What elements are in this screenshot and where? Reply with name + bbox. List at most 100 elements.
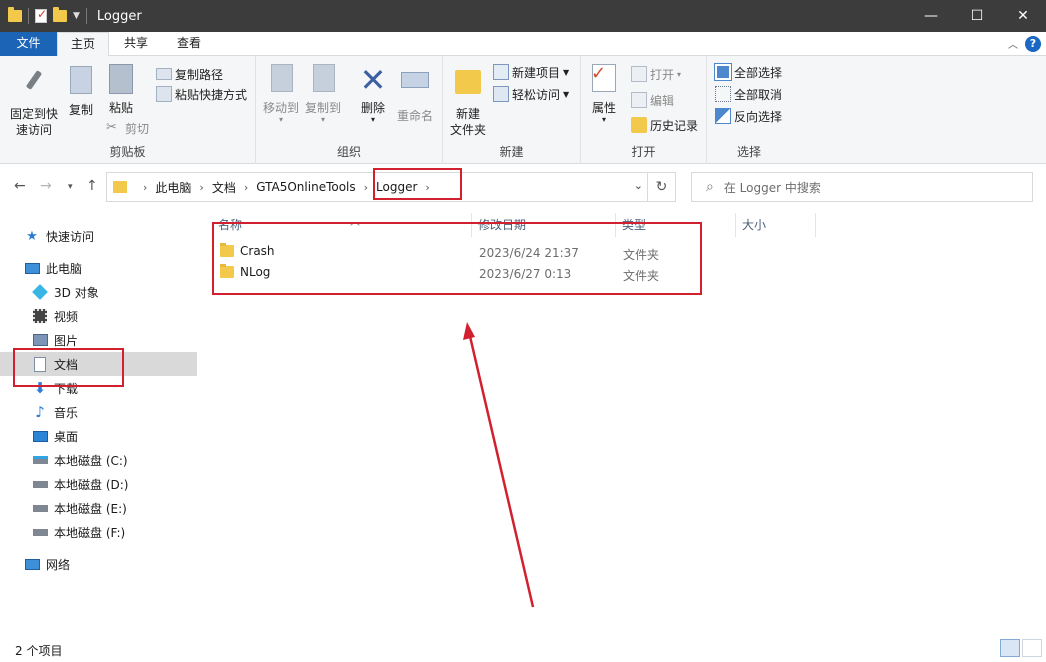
sidebar-item-this-pc[interactable]: 此电脑 xyxy=(0,256,197,280)
computer-icon xyxy=(24,260,40,276)
new-folder-icon[interactable] xyxy=(53,7,67,22)
copy-to-button[interactable]: 复制到 ▾ xyxy=(304,64,342,124)
annotation-box-logger xyxy=(373,168,462,200)
new-group: 新建 文件夹 新建项目 ▼ 轻松访问 ▼ 新建 xyxy=(443,56,581,164)
sidebar-item-drive-e[interactable]: 本地磁盘 (E:) xyxy=(0,496,197,520)
tab-share[interactable]: 共享 xyxy=(113,32,159,56)
select-group-label: 选择 xyxy=(736,145,761,159)
pin-label-1: 固定到快 xyxy=(9,107,58,121)
sidebar-item-network[interactable]: 网络 xyxy=(0,552,197,576)
easy-access-icon xyxy=(493,86,509,102)
quick-access-toolbar: ▼ xyxy=(0,7,87,24)
item-count: 2 个项目 xyxy=(15,644,63,658)
sidebar-item-label: 本地磁盘 (D:) xyxy=(54,477,129,492)
history-label: 历史记录 xyxy=(650,118,699,133)
move-to-button[interactable]: 移动到 ▾ xyxy=(262,64,300,124)
sidebar-item-label: 音乐 xyxy=(54,405,79,420)
select-all-button[interactable]: 全部选择 xyxy=(714,62,782,82)
folder-icon xyxy=(8,7,22,22)
paste-button[interactable]: 粘贴 xyxy=(104,64,138,116)
cut-button[interactable]: ✂ 剪切 xyxy=(106,118,149,138)
sidebar-item-3d-objects[interactable]: 3D 对象 xyxy=(0,280,197,304)
rename-label: 重命名 xyxy=(396,109,433,123)
column-header-size[interactable]: 大小 xyxy=(736,213,816,237)
select-none-button[interactable]: 全部取消 xyxy=(715,84,782,104)
move-to-label: 移动到 xyxy=(262,101,299,115)
rename-button[interactable]: 重命名 xyxy=(394,64,436,124)
chevron-down-icon: ▼ xyxy=(563,89,570,99)
customize-toolbar-chevron-icon[interactable]: ▼ xyxy=(73,11,80,21)
paste-shortcut-label: 粘贴快捷方式 xyxy=(175,87,248,102)
collapse-ribbon-icon[interactable]: ︿ xyxy=(1008,36,1018,51)
easy-access-button[interactable]: 轻松访问 ▼ xyxy=(493,84,569,104)
delete-x-icon: ✕ xyxy=(359,61,387,99)
properties-button[interactable]: 属性 ▾ xyxy=(587,64,621,124)
tab-file[interactable]: 文件 xyxy=(0,32,57,56)
breadcrumb-gta5onlinetools[interactable]: GTA5OnlineTools xyxy=(256,180,355,194)
system-drive-icon xyxy=(32,452,48,468)
sidebar-item-drive-c[interactable]: 本地磁盘 (C:) xyxy=(0,448,197,472)
sidebar-item-label: 图片 xyxy=(54,333,79,348)
column-size-label: 大小 xyxy=(742,218,767,232)
refresh-icon[interactable]: ↻ xyxy=(647,173,675,201)
picture-icon xyxy=(32,332,48,348)
new-folder-button[interactable]: 新建 文件夹 xyxy=(447,64,489,138)
copy-path-button[interactable]: 复制路径 xyxy=(156,64,223,84)
paste-shortcut-button[interactable]: 粘贴快捷方式 xyxy=(156,84,247,104)
open-button[interactable]: 打开 ▾ xyxy=(631,64,681,84)
properties-label: 属性 xyxy=(591,101,616,115)
sidebar-item-desktop[interactable]: 桌面 xyxy=(0,424,197,448)
rename-icon xyxy=(399,72,431,104)
chevron-right-icon[interactable]: › xyxy=(244,181,248,194)
delete-button[interactable]: ✕ 删除 ▾ xyxy=(356,64,390,124)
sidebar-item-videos[interactable]: 视频 xyxy=(0,304,197,328)
properties-icon[interactable] xyxy=(35,7,47,23)
search-box[interactable]: ⌕ 在 Logger 中搜索 xyxy=(691,172,1033,202)
details-view-icon[interactable] xyxy=(1000,639,1020,657)
open-icon xyxy=(631,66,647,82)
move-to-icon xyxy=(265,64,297,96)
breadcrumb-this-pc[interactable]: 此电脑 xyxy=(155,179,191,196)
sidebar-item-label: 桌面 xyxy=(54,429,79,444)
invert-selection-icon xyxy=(715,108,731,124)
history-button[interactable]: 历史记录 xyxy=(631,115,698,135)
chevron-right-icon[interactable]: › xyxy=(143,181,147,194)
history-icon xyxy=(631,117,647,133)
copy-button[interactable]: 复制 xyxy=(64,64,98,118)
help-icon[interactable]: ? xyxy=(1025,36,1041,52)
close-button[interactable]: ✕ xyxy=(1000,0,1046,32)
select-none-icon xyxy=(715,86,731,102)
music-note-icon: ♪ xyxy=(35,403,45,421)
ribbon-tabs: 文件 主页 共享 查看 ︿ ? xyxy=(0,32,1046,57)
sidebar-item-drive-d[interactable]: 本地磁盘 (D:) xyxy=(0,472,197,496)
organize-group: 移动到 ▾ 复制到 ▾ ✕ 删除 ▾ 重命名 组织 xyxy=(256,56,443,164)
edit-button[interactable]: 编辑 xyxy=(631,90,674,110)
sidebar-item-label: 本地磁盘 (C:) xyxy=(54,453,128,468)
back-arrow-icon[interactable]: ← xyxy=(14,178,26,194)
minimize-button[interactable]: — xyxy=(908,0,954,32)
recent-locations-chevron-icon[interactable]: ▾ xyxy=(68,182,73,192)
new-item-button[interactable]: 新建项目 ▼ xyxy=(493,62,569,82)
tab-view[interactable]: 查看 xyxy=(163,32,215,56)
star-icon: ★ xyxy=(26,228,38,244)
tab-home[interactable]: 主页 xyxy=(57,32,109,57)
sidebar-item-quick-access[interactable]: ★ 快速访问 xyxy=(0,224,197,248)
maximize-button[interactable]: ☐ xyxy=(954,0,1000,32)
address-history-chevron-icon[interactable]: ⌄ xyxy=(634,179,643,192)
forward-arrow-icon[interactable]: → xyxy=(40,178,52,194)
new-item-icon xyxy=(493,64,509,80)
chevron-right-icon[interactable]: › xyxy=(364,181,368,194)
new-folder-icon xyxy=(452,70,484,102)
pin-icon xyxy=(18,70,50,102)
sidebar-item-drive-f[interactable]: 本地磁盘 (F:) xyxy=(0,520,197,544)
chevron-right-icon[interactable]: › xyxy=(199,181,203,194)
up-arrow-icon[interactable]: ↑ xyxy=(86,178,98,194)
invert-selection-button[interactable]: 反向选择 xyxy=(715,106,782,126)
chevron-down-icon: ▼ xyxy=(563,67,570,77)
pin-quick-access-button[interactable]: 固定到快 速访问 xyxy=(6,64,62,138)
sidebar-item-label: 网络 xyxy=(46,557,71,572)
sidebar-item-music[interactable]: ♪ 音乐 xyxy=(0,400,197,424)
large-icons-view-icon[interactable] xyxy=(1022,639,1042,657)
divider xyxy=(85,8,87,24)
breadcrumb-documents[interactable]: 文档 xyxy=(212,179,236,196)
